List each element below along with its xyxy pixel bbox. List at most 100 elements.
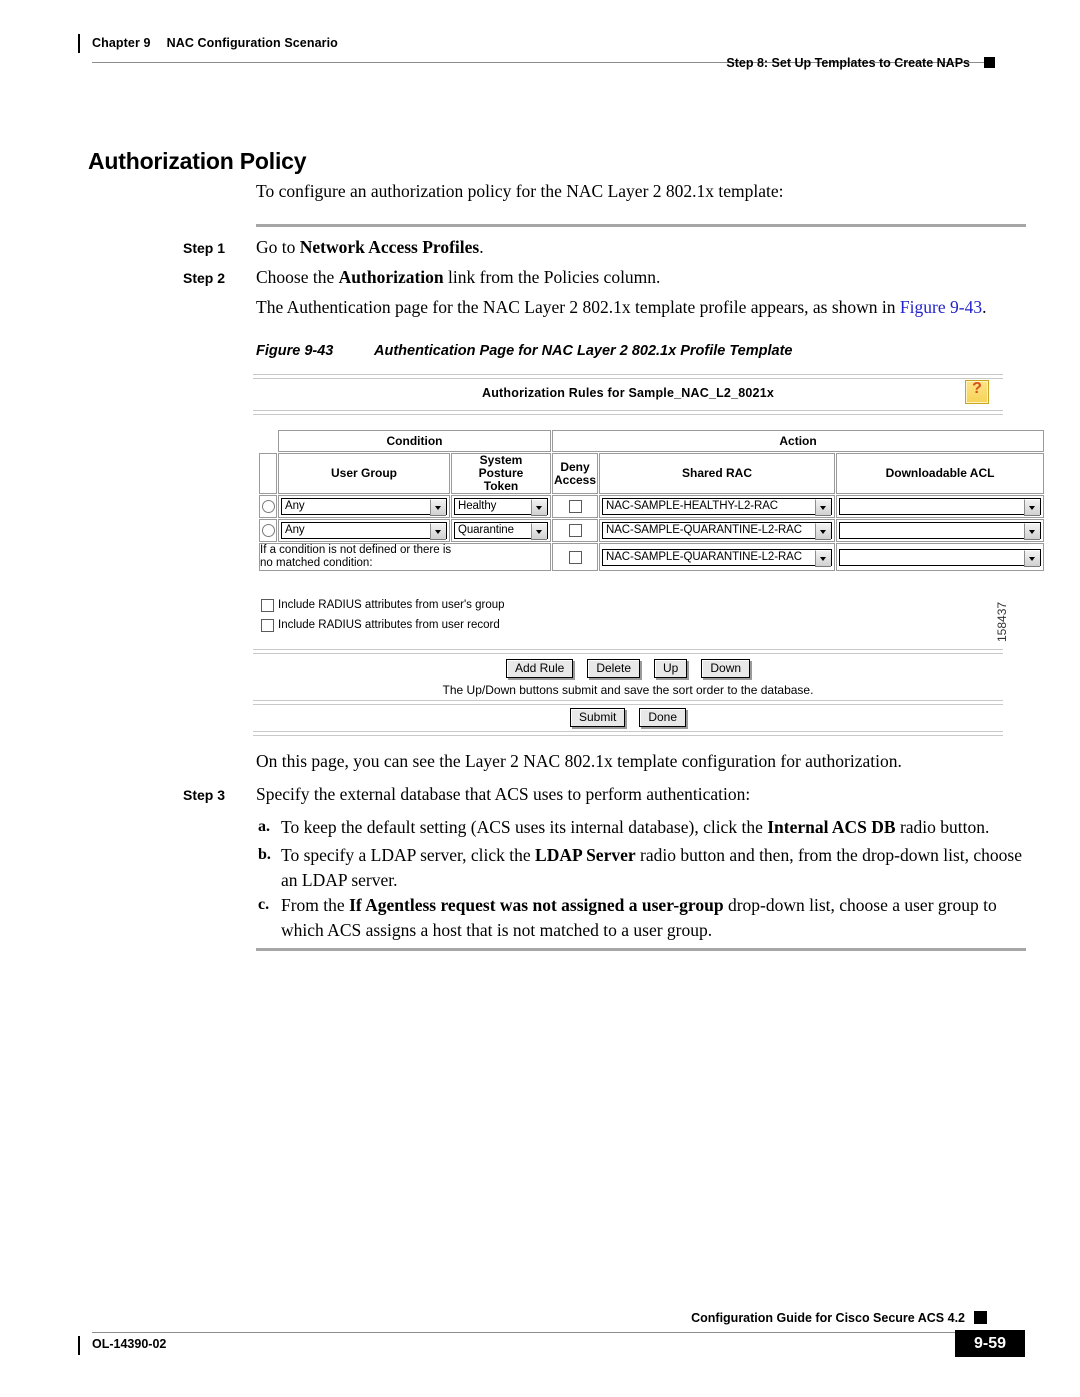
chevron-down-icon[interactable] [531, 523, 548, 540]
cell-system-posture-token[interactable]: Healthy [451, 495, 552, 518]
table-row: Any Quarantine NAC-SAMPLE-QUARANTINE-L2-… [259, 519, 1045, 542]
substep-a-bold: Internal ACS DB [767, 817, 896, 837]
table-group-header-row: Condition Action [259, 430, 1045, 452]
step-1-text: Go to Network Access Profiles. [256, 236, 1031, 259]
up-button[interactable]: Up [654, 659, 688, 678]
spt-line-1: System [479, 453, 523, 467]
row-radio-button[interactable] [261, 524, 275, 537]
figure-reference-after: . [982, 297, 987, 317]
submit-button[interactable]: Submit [569, 708, 626, 727]
cell-deny-access[interactable] [552, 519, 599, 542]
group-header-condition: Condition [278, 430, 552, 452]
figure-reference-before: The Authentication page for the NAC Laye… [256, 297, 900, 317]
help-icon[interactable]: ? [965, 380, 989, 404]
cell-shared-rac[interactable]: NAC-SAMPLE-QUARANTINE-L2-RAC [599, 543, 836, 571]
column-header-shared-rac: Shared RAC [599, 453, 836, 494]
footer-tick-mark [78, 1336, 80, 1355]
shared-rac-select[interactable]: NAC-SAMPLE-HEALTHY-L2-RAC [602, 498, 833, 516]
step-1-text-before: Go to [256, 237, 300, 257]
substep-b-bold: LDAP Server [535, 845, 636, 865]
deny-access-checkbox[interactable] [568, 524, 582, 537]
delete-button[interactable]: Delete [587, 659, 641, 678]
deny-access-checkbox[interactable] [568, 500, 582, 513]
chevron-down-icon[interactable] [1024, 523, 1041, 540]
shared-rac-select[interactable]: NAC-SAMPLE-QUARANTINE-L2-RAC [602, 522, 833, 540]
chevron-down-icon[interactable] [1024, 499, 1041, 516]
buttons-top-divider [253, 649, 1003, 654]
cell-downloadable-acl[interactable] [836, 519, 1045, 542]
row-select-cell[interactable] [259, 495, 277, 518]
cell-downloadable-acl[interactable] [836, 495, 1045, 518]
substep-c-text: From the If Agentless request was not as… [281, 893, 1031, 943]
deny-access-checkbox[interactable] [568, 550, 582, 564]
cell-downloadable-acl[interactable] [836, 543, 1045, 571]
step-2-bold: Authorization [338, 267, 444, 287]
down-button[interactable]: Down [701, 659, 751, 678]
user-group-select[interactable]: Any [281, 522, 447, 540]
spacer-cell [259, 430, 277, 452]
shared-rac-value: NAC-SAMPLE-QUARANTINE-L2-RAC [606, 550, 802, 563]
panel-title-divider [253, 410, 1003, 415]
done-button[interactable]: Done [639, 708, 687, 727]
system-posture-token-value: Healthy [458, 500, 497, 512]
submit-row-divider [253, 700, 1003, 705]
cell-user-group[interactable]: Any [278, 495, 450, 518]
default-condition-line-1: If a condition is not defined or there i… [260, 544, 452, 556]
shared-rac-value: NAC-SAMPLE-QUARANTINE-L2-RAC [606, 524, 802, 536]
default-condition-row: If a condition is not defined or there i… [259, 543, 1045, 571]
spt-line-3: Token [483, 479, 519, 493]
chevron-down-icon[interactable] [815, 549, 832, 567]
cell-deny-access[interactable] [552, 543, 599, 571]
row-select-cell[interactable] [259, 519, 277, 542]
system-posture-token-select[interactable]: Healthy [454, 498, 549, 516]
cell-deny-access[interactable] [552, 495, 599, 518]
radius-option-record[interactable]: Include RADIUS attributes from user reco… [261, 618, 505, 638]
footer-square-marker [974, 1311, 987, 1324]
cell-shared-rac[interactable]: NAC-SAMPLE-HEALTHY-L2-RAC [599, 495, 836, 518]
chevron-down-icon[interactable] [531, 499, 548, 516]
chevron-down-icon[interactable] [815, 499, 832, 516]
substep-b-label: b. [258, 846, 271, 863]
header-square-marker [984, 57, 995, 68]
figure-reference-link[interactable]: Figure 9-43 [900, 297, 982, 317]
figure-caption-number: Figure 9-43 [256, 343, 334, 359]
rule-action-buttons: Add Rule Delete Up Down [253, 659, 1003, 678]
column-header-deny-access: Deny Access [552, 453, 599, 494]
cell-system-posture-token[interactable]: Quarantine [451, 519, 552, 542]
user-group-value: Any [285, 524, 305, 536]
shared-rac-select[interactable]: NAC-SAMPLE-QUARANTINE-L2-RAC [602, 548, 833, 567]
figure-reference-paragraph: The Authentication page for the NAC Laye… [256, 296, 1031, 319]
substep-a-label: a. [258, 818, 270, 835]
radius-group-checkbox[interactable] [261, 599, 274, 612]
footer-guide-title: Configuration Guide for Cisco Secure ACS… [691, 1311, 965, 1325]
system-posture-token-select[interactable]: Quarantine [454, 522, 549, 540]
column-header-downloadable-acl: Downloadable ACL [836, 453, 1045, 494]
chevron-down-icon[interactable] [430, 523, 446, 540]
row-radio-button[interactable] [261, 500, 275, 513]
add-rule-button[interactable]: Add Rule [505, 659, 574, 678]
user-group-select[interactable]: Any [281, 498, 447, 516]
column-header-system-posture-token: System Posture Token [451, 453, 552, 494]
cell-shared-rac[interactable]: NAC-SAMPLE-QUARANTINE-L2-RAC [599, 519, 836, 542]
step-1-label: Step 1 [183, 240, 226, 256]
figure-id-number: 158437 [995, 601, 1009, 642]
footer-divider [92, 1332, 985, 1333]
radius-option-group[interactable]: Include RADIUS attributes from user's gr… [261, 598, 505, 618]
radius-record-label: Include RADIUS attributes from user reco… [278, 619, 500, 631]
step-2-text-before: Choose the [256, 267, 339, 287]
steps-bottom-divider [256, 948, 1026, 951]
radius-record-checkbox[interactable] [261, 619, 274, 632]
downloadable-acl-select[interactable] [839, 522, 1042, 540]
deny-line-1: Deny [560, 459, 590, 474]
substep-b-text: To specify a LDAP server, click the LDAP… [281, 843, 1031, 893]
cell-user-group[interactable]: Any [278, 519, 450, 542]
shared-rac-value: NAC-SAMPLE-HEALTHY-L2-RAC [606, 500, 778, 512]
chevron-down-icon[interactable] [430, 499, 446, 516]
chevron-down-icon[interactable] [815, 523, 832, 540]
downloadable-acl-select[interactable] [839, 498, 1042, 516]
group-header-action: Action [552, 430, 1045, 452]
rules-table: Condition Action User Group System Postu… [258, 429, 1045, 572]
after-figure-paragraph: On this page, you can see the Layer 2 NA… [256, 751, 902, 771]
downloadable-acl-select[interactable] [839, 548, 1042, 567]
chevron-down-icon[interactable] [1024, 549, 1041, 567]
